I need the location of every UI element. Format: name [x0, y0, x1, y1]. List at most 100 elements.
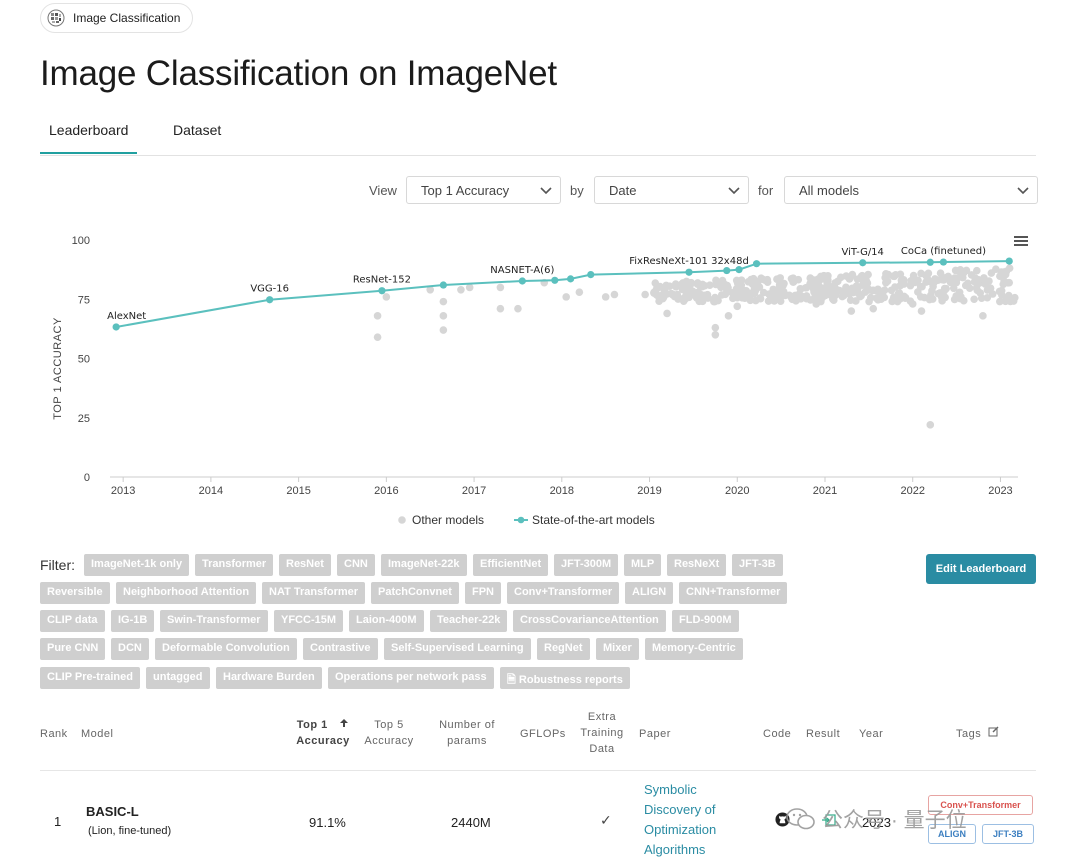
edit-leaderboard-button[interactable]: Edit Leaderboard [926, 554, 1036, 584]
cell-model[interactable]: BASIC-L [86, 804, 139, 819]
th-params[interactable]: Number of params [434, 717, 500, 749]
filter-chip[interactable]: Deformable Convolution [155, 638, 297, 660]
other-model-point [970, 295, 978, 304]
other-model-point [721, 290, 730, 299]
x-tick-label: 2019 [637, 485, 661, 497]
filter-chip[interactable]: ResNet [279, 554, 331, 576]
cell-model-sub: (Lion, fine-tuned) [88, 825, 172, 837]
x-tick-label: 2017 [462, 485, 486, 497]
filter-chip[interactable]: NAT Transformer [262, 582, 366, 604]
th-year[interactable]: Year [859, 726, 883, 742]
watermark: 公众号 · 量子位 [786, 804, 967, 834]
filter-chip[interactable]: CNN+Transformer [679, 582, 788, 604]
paper-link[interactable]: Symbolic Discovery of Optimization Algor… [644, 780, 744, 860]
th-paper[interactable]: Paper [639, 726, 671, 742]
th-extra-data[interactable]: Extra Training Data [576, 709, 628, 757]
sota-point [859, 259, 867, 267]
models-select[interactable]: All models [784, 176, 1038, 204]
other-model-point [496, 283, 505, 292]
filter-chip[interactable]: CLIP Pre-trained [40, 667, 140, 689]
filter-chip[interactable]: FLD-900M [672, 610, 739, 632]
th-code[interactable]: Code [763, 726, 791, 742]
filter-chip[interactable]: ALIGN [625, 582, 674, 604]
other-model-point [1005, 264, 1014, 272]
metric-select[interactable]: Top 1 Accuracy [406, 176, 561, 204]
filter-chip[interactable]: Memory-Centric [645, 638, 743, 660]
sota-point [939, 258, 948, 266]
chart-menu-icon[interactable] [1014, 236, 1028, 246]
other-model-point [439, 312, 448, 320]
th-model[interactable]: Model [81, 726, 113, 742]
tag-jft-3b[interactable]: JFT-3B [982, 824, 1034, 844]
other-model-point [824, 276, 832, 284]
filter-chip[interactable]: RegNet [537, 638, 590, 660]
tab-leaderboard[interactable]: Leaderboard [39, 122, 138, 154]
y-tick-label: 50 [78, 354, 90, 366]
y-tick-label: 25 [78, 413, 90, 425]
other-model-point [795, 291, 803, 299]
filter-chip[interactable]: IG-1B [111, 610, 155, 632]
sota-point [723, 266, 731, 275]
filter-chip[interactable]: Conv+Transformer [507, 582, 620, 604]
other-model-point [918, 282, 926, 291]
th-rank[interactable]: Rank [40, 726, 68, 742]
th-top5[interactable]: Top 5 Accuracy [361, 717, 417, 749]
filter-chip[interactable]: Swin-Transformer [160, 610, 268, 632]
filter-chip[interactable]: JFT-300M [554, 554, 619, 576]
other-model-point [641, 290, 649, 299]
xaxis-select[interactable]: Date [594, 176, 749, 204]
x-tick-label: 2013 [111, 485, 135, 497]
filter-chip[interactable]: CNN [337, 554, 375, 576]
filter-chip[interactable]: 🗎 Robustness reports [500, 667, 630, 689]
x-tick-label: 2015 [286, 485, 310, 497]
filter-chip[interactable]: Mixer [596, 638, 639, 660]
filter-chip[interactable]: CrossCovarianceAttention [513, 610, 666, 632]
filter-chip[interactable]: Teacher-22k [430, 610, 508, 632]
other-model-point [952, 278, 961, 287]
edit-icon[interactable] [988, 726, 999, 737]
cell-rank: 1 [54, 814, 62, 829]
th-result[interactable]: Result [806, 726, 840, 742]
filter-chip[interactable]: JFT-3B [732, 554, 783, 576]
filter-chip[interactable]: untagged [146, 667, 210, 689]
metric-select-value: Top 1 Accuracy [421, 183, 510, 198]
filter-chip[interactable]: Pure CNN [40, 638, 106, 660]
other-model-point [838, 292, 847, 301]
filter-chip[interactable]: ResNeXt [667, 554, 727, 576]
paper-link-line1: Symbolic [644, 782, 697, 797]
other-model-point [801, 284, 810, 292]
filter-chip[interactable]: PatchConvnet [371, 582, 459, 604]
breadcrumb-task[interactable]: Image Classification [40, 3, 194, 33]
other-model-point [829, 295, 837, 303]
th-tags[interactable]: Tags [956, 726, 999, 742]
other-model-point [959, 269, 968, 277]
tab-dataset[interactable]: Dataset [173, 122, 221, 138]
y-axis-title: TOP 1 ACCURACY [52, 317, 64, 420]
filter-chip[interactable]: Self-Supervised Learning [384, 638, 531, 660]
filter-chip[interactable]: Reversible [40, 582, 110, 604]
filter-chip[interactable]: FPN [465, 582, 501, 604]
filter-chip[interactable]: Hardware Burden [216, 667, 322, 689]
th-gflops[interactable]: GFLOPs [520, 726, 566, 742]
filter-chip[interactable]: Contrastive [303, 638, 378, 660]
filter-chip[interactable]: Neighborhood Attention [116, 582, 257, 604]
filter-chip[interactable]: CLIP data [40, 610, 105, 632]
filter-chip[interactable]: EfficientNet [473, 554, 549, 576]
th-params-line2: params [447, 735, 487, 747]
th-extra-line3: Data [589, 743, 615, 755]
other-model-point [755, 283, 764, 291]
x-tick-label: 2018 [550, 485, 574, 497]
sota-point [587, 271, 595, 279]
filter-chip[interactable]: DCN [111, 638, 149, 660]
filter-chip[interactable]: Operations per network pass [328, 667, 494, 689]
chevron-down-icon [1017, 187, 1029, 195]
filter-chip[interactable]: ImageNet-22k [381, 554, 467, 576]
filter-chip[interactable]: YFCC-15M [274, 610, 344, 632]
filter-chip[interactable]: Transformer [195, 554, 274, 576]
filter-chip[interactable]: ImageNet-1k only [84, 554, 190, 576]
other-model-point [817, 291, 825, 300]
th-top1[interactable]: Top 1 Accuracy [294, 717, 352, 749]
filter-chip[interactable]: Laion-400M [349, 610, 424, 632]
filter-chip[interactable]: MLP [624, 554, 662, 576]
sota-point [439, 281, 447, 289]
